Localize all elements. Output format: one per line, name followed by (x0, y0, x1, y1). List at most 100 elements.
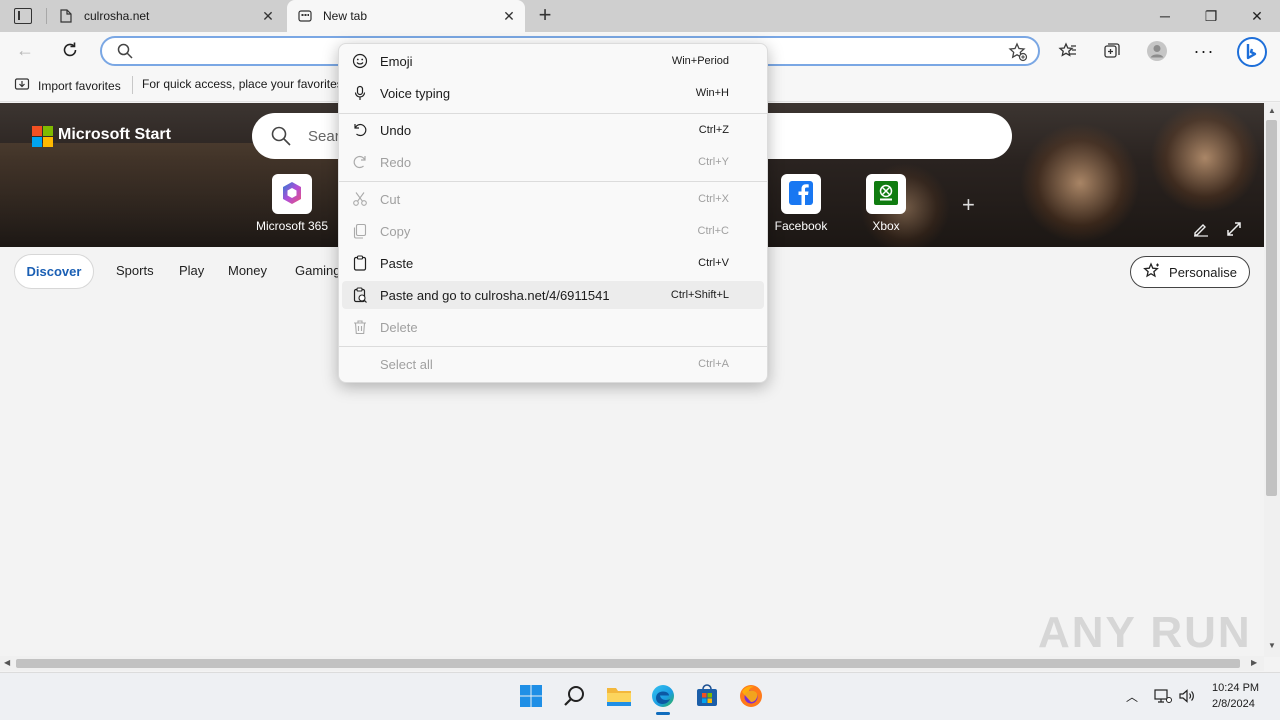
import-favorites-label: Import favorites (38, 78, 121, 93)
newtab-page-icon (297, 8, 313, 24)
background-glow (1020, 123, 1140, 243)
import-icon (14, 76, 30, 95)
tab-culrosha[interactable]: culrosha.net ✕ (48, 0, 284, 32)
tile-microsoft365[interactable] (272, 174, 312, 214)
menu-separator (339, 181, 767, 182)
import-favorites-button[interactable]: Import favorites (14, 76, 121, 95)
back-arrow-icon[interactable]: ← (16, 40, 34, 61)
restore-icon[interactable]: ❐ (1188, 0, 1234, 32)
menu-item-label: Undo (380, 122, 412, 138)
emoji-icon (352, 53, 368, 69)
nav-money[interactable]: Money (228, 263, 267, 278)
tile-label: Facebook (774, 219, 828, 233)
tile-xbox[interactable] (866, 174, 906, 214)
xbox-icon (873, 180, 899, 209)
personalise-button[interactable]: Personalise (1130, 256, 1250, 288)
menu-item-delete: Delete (342, 313, 764, 341)
scroll-up-arrow-icon[interactable]: ▲ (1268, 106, 1276, 115)
menu-item-shortcut: Ctrl+X (698, 193, 729, 205)
menu-item-paste-and-go[interactable]: Paste and go to culrosha.net/4/6911541 C… (342, 281, 764, 309)
redo-icon (352, 154, 368, 170)
collections-icon[interactable] (1101, 40, 1123, 62)
clock-date[interactable]: 2/8/2024 (1212, 698, 1255, 710)
windows-start-icon[interactable] (517, 682, 545, 710)
scroll-right-arrow-icon[interactable]: ▶ (1251, 658, 1257, 667)
horizontal-scroll-thumb[interactable] (16, 659, 1240, 668)
tile-facebook[interactable] (781, 174, 821, 214)
tab-actions-menu-icon[interactable] (14, 8, 32, 24)
minimize-icon[interactable]: ─ (1142, 0, 1188, 32)
tab-new-tab[interactable]: New tab ✕ (287, 0, 525, 32)
menu-item-shortcut: Ctrl+C (697, 225, 729, 237)
file-explorer-icon[interactable] (605, 682, 633, 710)
more-options-icon[interactable]: ··· (1193, 40, 1215, 62)
refresh-icon[interactable] (60, 40, 82, 62)
firefox-icon[interactable] (737, 682, 765, 710)
personalise-label: Personalise (1169, 264, 1237, 280)
clock-time[interactable]: 10:24 PM (1212, 682, 1259, 694)
favorites-divider (132, 76, 133, 94)
tab-title: culrosha.net (84, 9, 150, 23)
expand-icon[interactable] (1226, 221, 1242, 240)
volume-icon[interactable] (1178, 688, 1196, 707)
menu-item-shortcut: Ctrl+Z (698, 124, 729, 136)
menu-item-label: Emoji (380, 53, 413, 69)
vertical-scroll-thumb[interactable] (1266, 120, 1277, 496)
search-icon (270, 125, 292, 150)
menu-item-shortcut: Win+Period (671, 55, 729, 67)
show-hidden-icons-chevron-icon[interactable]: ︿ (1126, 688, 1138, 705)
close-tab-icon[interactable]: ✕ (501, 8, 517, 24)
tile-label: Xbox (872, 219, 900, 233)
add-favorite-star-icon[interactable] (1008, 42, 1028, 65)
bing-copilot-icon[interactable] (1236, 36, 1268, 68)
tab-divider (46, 8, 47, 24)
edit-background-icon[interactable] (1193, 221, 1209, 240)
web-search-placeholder: Search (308, 128, 338, 145)
menu-item-label: Redo (380, 154, 412, 170)
edge-icon[interactable] (649, 682, 677, 710)
store-icon[interactable] (693, 682, 721, 710)
add-shortcut-plus-icon[interactable]: + (962, 192, 975, 218)
menu-item-cut: Cut Ctrl+X (342, 185, 764, 213)
trash-icon (352, 319, 368, 335)
menu-item-select-all: Select all Ctrl+A (342, 350, 764, 378)
active-app-indicator (656, 712, 670, 715)
taskbar (0, 672, 1280, 720)
microsoft365-icon (279, 180, 305, 209)
close-icon[interactable]: ✕ (1234, 0, 1280, 32)
network-icon[interactable] (1154, 688, 1172, 707)
menu-item-label: Voice typing (380, 85, 451, 101)
menu-item-emoji[interactable]: Emoji Win+Period (342, 47, 764, 75)
close-tab-icon[interactable]: ✕ (260, 8, 276, 24)
menu-item-label: Paste (380, 255, 414, 271)
scroll-left-arrow-icon[interactable]: ◀ (4, 658, 10, 667)
paste-icon (352, 255, 368, 271)
tab-title: New tab (323, 9, 368, 23)
new-tab-plus-icon[interactable]: + (533, 4, 557, 28)
favorites-icon[interactable] (1057, 40, 1079, 62)
menu-item-label: Copy (380, 223, 411, 239)
background-glow (1150, 103, 1260, 213)
menu-separator (339, 113, 767, 114)
microsoft-logo-icon (32, 126, 53, 147)
scroll-down-arrow-icon[interactable]: ▼ (1268, 641, 1276, 650)
menu-item-paste[interactable]: Paste Ctrl+V (342, 249, 764, 277)
profile-avatar-icon[interactable] (1146, 40, 1168, 62)
search-icon[interactable] (561, 682, 589, 710)
menu-item-shortcut: Ctrl+Shift+L (670, 289, 729, 301)
tile-label: Microsoft 365 (255, 219, 329, 233)
menu-item-copy: Copy Ctrl+C (342, 217, 764, 245)
search-icon (116, 42, 134, 63)
scissors-icon (352, 191, 368, 207)
sparkle-star-icon (1143, 261, 1161, 283)
nav-play[interactable]: Play (179, 263, 204, 278)
nav-sports[interactable]: Sports (116, 263, 154, 278)
page-icon (58, 8, 74, 24)
menu-item-undo[interactable]: Undo Ctrl+Z (342, 116, 764, 144)
undo-icon (352, 122, 368, 138)
nav-discover[interactable]: Discover (14, 254, 94, 289)
menu-item-voice-typing[interactable]: Voice typing Win+H (342, 79, 764, 107)
favorites-hint-text: For quick access, place your favorites (142, 77, 338, 91)
menu-item-shortcut: Ctrl+V (698, 257, 729, 269)
nav-gaming[interactable]: Gaming (295, 263, 338, 278)
